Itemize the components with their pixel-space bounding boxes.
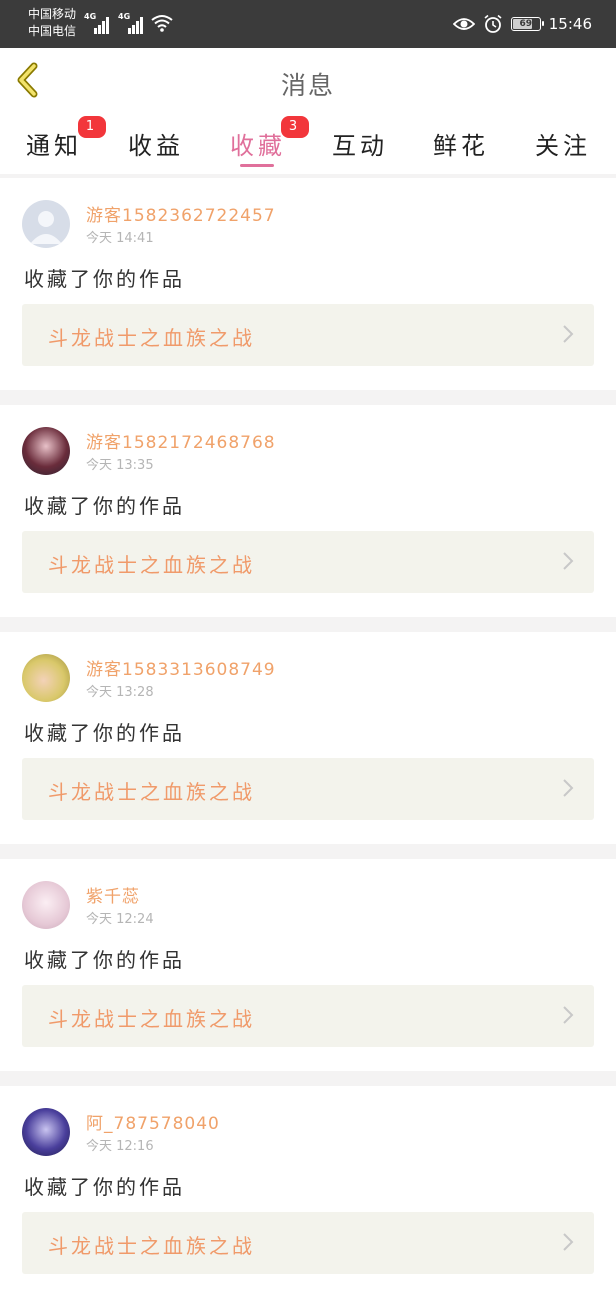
carrier-labels: 中国移动 中国电信 [28,6,76,40]
username-link[interactable]: 紫千蕊 [86,882,140,907]
avatar[interactable] [22,427,70,475]
work-title: 斗龙战士之血族之战 [48,1234,255,1258]
tab-label: 关注 [535,132,591,160]
message-action: 收藏了你的作品 [24,1175,185,1199]
message-action: 收藏了你的作品 [24,721,185,745]
tab-label: 收益 [128,132,184,160]
avatar[interactable] [22,654,70,702]
signal-1-icon: 4G [84,12,112,34]
work-title: 斗龙战士之血族之战 [48,326,255,350]
status-right: 69 15:46 [452,12,592,36]
header: 消息 [0,48,616,113]
work-title: 斗龙战士之血族之战 [48,553,255,577]
avatar[interactable] [22,881,70,929]
username-link[interactable]: 游客1582172468768 [86,428,276,453]
tab-favorites[interactable]: 收藏 3 [208,116,309,161]
avatar[interactable] [22,200,70,248]
message-time: 今天 14:41 [86,231,154,246]
alarm-icon [484,14,502,33]
tab-label: 通知 [26,132,82,160]
tab-bar: 通知 1 收益 收藏 3 互动 鲜花 关注 [0,112,616,174]
message-item: 游客1583313608749 今天 13:28 收藏了你的作品 斗龙战士之血族… [0,632,616,844]
tab-label: 收藏 [230,132,286,160]
work-link[interactable]: 斗龙战士之血族之战 [22,758,594,820]
work-link[interactable]: 斗龙战士之血族之战 [22,1212,594,1274]
tab-label: 互动 [332,132,388,160]
work-link[interactable]: 斗龙战士之血族之战 [22,304,594,366]
active-tab-indicator [240,164,274,167]
chevron-right-icon [563,325,574,343]
message-action: 收藏了你的作品 [24,948,185,972]
chevron-right-icon [563,1233,574,1251]
message-time: 今天 12:24 [86,912,154,927]
battery-icon: 69 [510,17,544,31]
message-item: 紫千蕊 今天 12:24 收藏了你的作品 斗龙战士之血族之战 [0,859,616,1071]
tab-label: 鲜花 [433,132,489,160]
tab-following[interactable]: 关注 [513,126,613,161]
status-bar: 中国移动 中国电信 4G 4G 69 15:46 [0,0,616,48]
work-link[interactable]: 斗龙战士之血族之战 [22,531,594,593]
message-item: 阿_787578040 今天 12:16 收藏了你的作品 斗龙战士之血族之战 [0,1086,616,1298]
tab-interactions[interactable]: 互动 [310,126,410,161]
chevron-right-icon [563,1006,574,1024]
message-time: 今天 13:28 [86,685,154,700]
tab-notifications[interactable]: 通知 1 [4,116,106,161]
carrier-2: 中国电信 [28,24,77,38]
username-link[interactable]: 阿_787578040 [86,1109,220,1134]
message-item: 游客1582362722457 今天 14:41 收藏了你的作品 斗龙战士之血族… [0,178,616,390]
tab-flowers[interactable]: 鲜花 [411,126,511,161]
chevron-right-icon [563,779,574,797]
message-time: 今天 13:35 [86,458,154,473]
username-link[interactable]: 游客1583313608749 [86,655,276,680]
tab-earnings[interactable]: 收益 [106,126,206,161]
message-item: 游客1582172468768 今天 13:35 收藏了你的作品 斗龙战士之血族… [0,405,616,617]
tab-badge: 1 [78,116,106,138]
work-title: 斗龙战士之血族之战 [48,780,255,804]
signal-2-icon: 4G [118,12,146,34]
message-action: 收藏了你的作品 [24,494,185,518]
default-avatar-icon [30,211,62,244]
message-action: 收藏了你的作品 [24,267,185,291]
chevron-right-icon [563,552,574,570]
eye-icon [452,18,475,30]
carrier-1: 中国移动 [28,7,77,21]
username-link[interactable]: 游客1582362722457 [86,201,276,226]
message-time: 今天 12:16 [86,1139,154,1154]
clock: 15:46 [548,15,592,33]
work-title: 斗龙战士之血族之战 [48,1007,255,1031]
tab-badge: 3 [281,116,309,138]
page-title: 消息 [280,71,335,100]
wifi-icon [151,15,173,32]
work-link[interactable]: 斗龙战士之血族之战 [22,985,594,1047]
avatar[interactable] [22,1108,70,1156]
